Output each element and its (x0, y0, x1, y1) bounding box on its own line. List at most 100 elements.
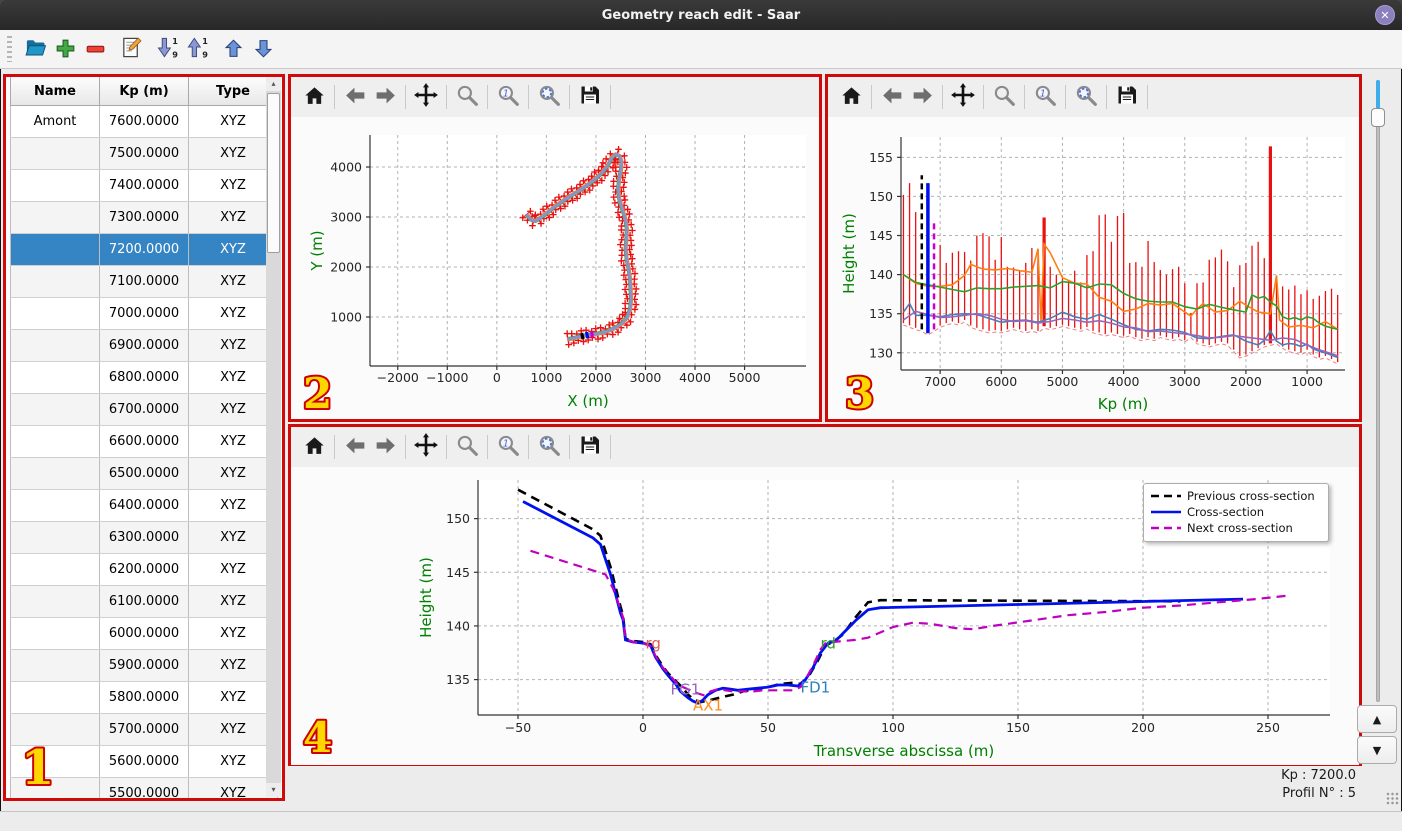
profile-slider[interactable] (1366, 80, 1390, 702)
open-file-button[interactable] (22, 35, 48, 61)
table-row[interactable]: 6000.0000 XYZ (10, 617, 278, 650)
previous-profile-button[interactable]: ▲ (1357, 705, 1397, 733)
toolbar-drag-handle-icon[interactable] (7, 36, 12, 62)
window-title: Geometry reach edit - Saar (601, 7, 801, 23)
svg-text:250: 250 (1256, 720, 1280, 735)
toolbar-separator (405, 435, 406, 459)
table-row[interactable]: 6300.0000 XYZ (10, 521, 278, 554)
table-row[interactable]: 5600.0000 XYZ (10, 745, 278, 778)
table-scroll-down-button[interactable]: ▾ (266, 783, 281, 797)
table-row[interactable]: 7100.0000 XYZ (10, 265, 278, 298)
row-kp-cell: 5600.0000 (99, 745, 189, 778)
table-row[interactable]: 6900.0000 XYZ (10, 329, 278, 362)
svg-text:130: 130 (869, 345, 893, 360)
home-icon (839, 83, 864, 112)
row-type-cell: XYZ (188, 105, 278, 138)
zoom-settings-button[interactable] (1071, 82, 1101, 112)
zoom-button[interactable] (452, 432, 482, 462)
table-row[interactable]: 6700.0000 XYZ (10, 393, 278, 426)
table-row[interactable]: 6200.0000 XYZ (10, 553, 278, 586)
row-kp-cell: 6500.0000 (99, 457, 189, 490)
zoom-settings-button[interactable] (534, 432, 564, 462)
table-scroll-up-button[interactable]: ▴ (266, 77, 281, 91)
svg-text:1000: 1000 (1291, 374, 1323, 389)
back-button[interactable] (340, 82, 370, 112)
home-button[interactable] (299, 432, 329, 462)
table-row[interactable]: 7400.0000 XYZ (10, 169, 278, 202)
toolbar-separator (569, 435, 570, 459)
table-scrollbar[interactable]: ▴ ▾ (266, 77, 281, 797)
move-up-button[interactable] (220, 36, 246, 62)
annotation-rg: rg (646, 634, 661, 652)
zoom-settings-icon (537, 83, 562, 112)
table-row[interactable]: 7200.0000 XYZ (10, 233, 278, 266)
row-name-cell (10, 521, 100, 554)
toolbar-separator (528, 435, 529, 459)
toolbar-separator (528, 85, 529, 109)
profile-view-canvas[interactable]: 7000 6000 5000 4000 3000 2000 1000 130 135 140 145… (828, 117, 1359, 419)
svg-text:1: 1 (1039, 88, 1045, 99)
zoom-settings-button[interactable] (534, 82, 564, 112)
row-name-cell (10, 585, 100, 618)
edit-cross-section-button[interactable] (118, 35, 144, 61)
table-row[interactable]: 7000.0000 XYZ (10, 297, 278, 330)
profile-slider-track[interactable] (1376, 80, 1380, 702)
table-scrollbar-thumb[interactable] (267, 93, 280, 253)
save-button[interactable] (575, 82, 605, 112)
toolbar-separator (610, 85, 611, 109)
forward-button[interactable] (370, 82, 400, 112)
next-profile-button[interactable]: ▼ (1357, 736, 1397, 764)
add-cross-section-button[interactable] (52, 36, 78, 62)
home-button[interactable] (299, 82, 329, 112)
resize-grip-icon[interactable] (1386, 792, 1399, 805)
forward-icon (373, 433, 398, 462)
table-row[interactable]: 6800.0000 XYZ (10, 361, 278, 394)
row-name-cell (10, 617, 100, 650)
table-row[interactable]: 6100.0000 XYZ (10, 585, 278, 618)
pan-button[interactable] (948, 82, 978, 112)
close-button[interactable]: ✕ (1375, 5, 1395, 25)
table-row[interactable]: 5500.0000 XYZ (10, 777, 278, 798)
zoom-one-button[interactable]: 1 (493, 432, 523, 462)
table-row[interactable]: 7300.0000 XYZ (10, 201, 278, 234)
sort-descending-button[interactable]: 19 (154, 35, 180, 61)
back-button[interactable] (877, 82, 907, 112)
forward-button[interactable] (370, 432, 400, 462)
cross-section-table[interactable]: Name Kp (m) Type Amont 7600.0000 XYZ 7500.0000… (10, 77, 278, 798)
table-row[interactable]: 6500.0000 XYZ (10, 457, 278, 490)
home-button[interactable] (836, 82, 866, 112)
row-type-cell: XYZ (188, 169, 278, 202)
back-button[interactable] (340, 432, 370, 462)
table-row[interactable]: 5700.0000 XYZ (10, 713, 278, 746)
save-button[interactable] (575, 432, 605, 462)
table-row[interactable]: Amont 7600.0000 XYZ (10, 105, 278, 138)
table-row[interactable]: 7500.0000 XYZ (10, 137, 278, 170)
remove-cross-section-button[interactable] (82, 36, 108, 62)
annotation-rd: rd (821, 634, 836, 652)
table-row[interactable]: 5900.0000 XYZ (10, 649, 278, 682)
table-row[interactable]: 6600.0000 XYZ (10, 425, 278, 458)
svg-text:135: 135 (446, 672, 470, 687)
zoom-one-button[interactable]: 1 (1030, 82, 1060, 112)
zoom-button[interactable] (452, 82, 482, 112)
sort-ascending-button[interactable]: 19 (184, 35, 210, 61)
svg-text:155: 155 (869, 150, 893, 165)
move-down-button[interactable] (250, 36, 276, 62)
svg-text:6000: 6000 (985, 374, 1017, 389)
profile-slider-handle[interactable] (1371, 108, 1385, 127)
plan-view-canvas[interactable]: −2000 −1000 0 1000 2000 3000 4000 5000 1000 2000 3… (291, 117, 819, 419)
pan-button[interactable] (411, 432, 441, 462)
svg-text:2000: 2000 (1230, 374, 1262, 389)
row-name-cell (10, 425, 100, 458)
table-row[interactable]: 5800.0000 XYZ (10, 681, 278, 714)
row-type-cell: XYZ (188, 745, 278, 778)
table-row[interactable]: 6400.0000 XYZ (10, 489, 278, 522)
row-type-cell: XYZ (188, 777, 278, 798)
zoom-one-button[interactable]: 1 (493, 82, 523, 112)
forward-button[interactable] (907, 82, 937, 112)
pan-button[interactable] (411, 82, 441, 112)
zoom-button[interactable] (989, 82, 1019, 112)
titlebar[interactable]: Geometry reach edit - Saar ✕ (0, 0, 1402, 30)
save-button[interactable] (1112, 82, 1142, 112)
toolbar-separator (487, 435, 488, 459)
